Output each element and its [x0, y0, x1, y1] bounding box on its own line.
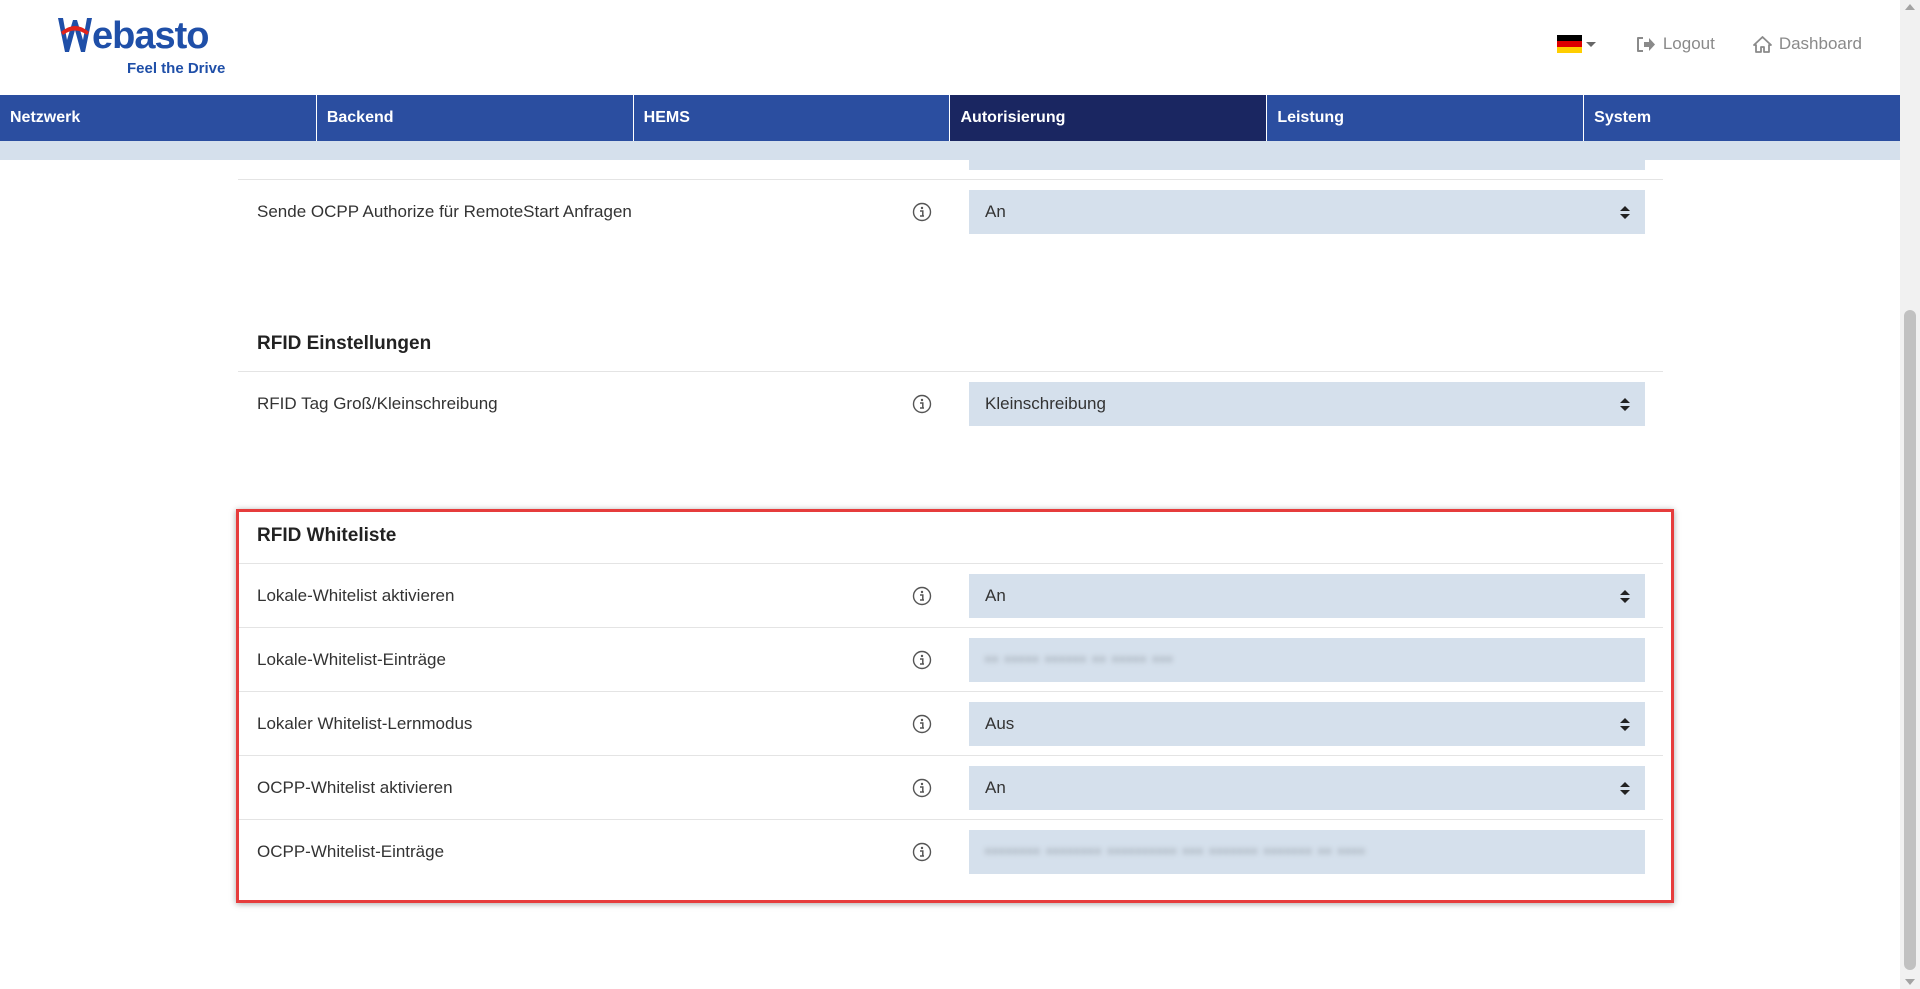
setting-row-local-whitelist-learn-mode: Lokaler Whitelist-Lernmodus Aus — [238, 691, 1663, 755]
ocpp-whitelist-entries-input[interactable]: •••••••• •••••••• •••••••••• ••• •••••••… — [969, 830, 1645, 874]
home-icon — [1752, 35, 1772, 53]
select-value: An — [985, 586, 1006, 605]
local-whitelist-enable-select[interactable]: An — [969, 574, 1645, 618]
select-value: Aus — [985, 714, 1015, 733]
header-actions: Logout Dashboard — [1556, 30, 1862, 58]
webasto-logo[interactable]: ebasto Feel the Drive — [56, 16, 232, 82]
info-icon[interactable] — [912, 714, 932, 734]
setting-row-remote-start-authorize: Sende OCPP Authorize für RemoteStart Anf… — [238, 179, 1663, 243]
section-title-rfid-settings: RFID Einstellungen — [257, 333, 432, 354]
info-icon[interactable] — [912, 778, 932, 798]
info-icon[interactable] — [912, 394, 932, 414]
info-icon[interactable] — [912, 202, 932, 222]
language-selector[interactable] — [1556, 35, 1596, 53]
page-scrollbar[interactable] — [1900, 0, 1920, 989]
select-arrows-icon — [1620, 590, 1630, 603]
logo-tagline: Feel the Drive — [127, 60, 226, 77]
sub-nav-bar — [0, 141, 1900, 160]
setting-row-rfid-case: RFID Tag Groß/Kleinschreibung Kleinschre… — [238, 371, 1663, 435]
logout-label: Logout — [1662, 34, 1715, 53]
rfid-case-select[interactable]: Kleinschreibung — [969, 382, 1645, 426]
dashboard-link[interactable]: Dashboard — [1752, 34, 1862, 54]
select-arrows-icon — [1620, 718, 1630, 731]
scroll-down-icon[interactable] — [1905, 979, 1915, 985]
select-arrows-icon — [1620, 782, 1630, 795]
german-flag-icon — [1556, 35, 1582, 53]
info-icon[interactable] — [912, 650, 932, 670]
setting-label: OCPP-Whitelist aktivieren — [257, 778, 453, 797]
input-value-blurred: •••••••• •••••••• •••••••••• ••• •••••••… — [985, 842, 1366, 861]
input-value-blurred: •• ••••• •••••• •• ••••• ••• — [985, 650, 1174, 669]
info-icon[interactable] — [912, 586, 932, 606]
select-value: An — [985, 778, 1006, 797]
logo-w-mark-icon — [58, 18, 92, 52]
local-whitelist-learn-mode-select[interactable]: Aus — [969, 702, 1645, 746]
logout-link[interactable]: Logout — [1636, 34, 1715, 54]
dashboard-label: Dashboard — [1778, 34, 1862, 53]
previous-field-partial[interactable] — [969, 160, 1645, 170]
select-value: Kleinschreibung — [985, 394, 1106, 413]
local-whitelist-entries-input[interactable]: •• ••••• •••••• •• ••••• ••• — [969, 638, 1645, 682]
scrollbar-thumb[interactable] — [1904, 310, 1916, 970]
select-value: An — [985, 202, 1006, 221]
logout-icon — [1636, 36, 1655, 52]
setting-label: Lokale-Whitelist-Einträge — [257, 650, 446, 669]
info-icon[interactable] — [912, 842, 932, 862]
tab-system[interactable]: System — [1584, 95, 1900, 141]
setting-row-local-whitelist-entries: Lokale-Whitelist-Einträge •• ••••• •••••… — [238, 627, 1663, 691]
setting-label: Sende OCPP Authorize für RemoteStart Anf… — [257, 202, 632, 221]
setting-row-ocpp-whitelist-entries: OCPP-Whitelist-Einträge •••••••• •••••••… — [238, 819, 1663, 883]
logo-text: ebasto — [92, 15, 209, 57]
setting-label: Lokale-Whitelist aktivieren — [257, 586, 455, 605]
setting-row-local-whitelist-enable: Lokale-Whitelist aktivieren An — [238, 563, 1663, 627]
setting-label: RFID Tag Groß/Kleinschreibung — [257, 394, 498, 413]
page: ebasto Feel the Drive Logout Dashboard N… — [0, 0, 1920, 989]
chevron-down-icon — [1585, 41, 1596, 47]
tab-netzwerk[interactable]: Netzwerk — [0, 95, 317, 141]
select-arrows-icon — [1620, 206, 1630, 219]
logo-wordmark: ebasto — [56, 15, 209, 57]
remote-start-authorize-select[interactable]: An — [969, 190, 1645, 234]
select-arrows-icon — [1620, 398, 1630, 411]
setting-row-ocpp-whitelist-enable: OCPP-Whitelist aktivieren An — [238, 755, 1663, 819]
ocpp-whitelist-enable-select[interactable]: An — [969, 766, 1645, 810]
tab-leistung[interactable]: Leistung — [1267, 95, 1585, 141]
section-title-rfid-whitelist: RFID Whiteliste — [257, 525, 397, 546]
tab-hems[interactable]: HEMS — [634, 95, 951, 141]
scroll-up-icon[interactable] — [1905, 4, 1915, 10]
setting-label: OCPP-Whitelist-Einträge — [257, 842, 445, 861]
setting-label: Lokaler Whitelist-Lernmodus — [257, 714, 473, 733]
main-nav: Netzwerk Backend HEMS Autorisierung Leis… — [0, 95, 1900, 141]
tab-backend[interactable]: Backend — [317, 95, 634, 141]
header: ebasto Feel the Drive Logout Dashboard — [0, 0, 1900, 95]
tab-autorisierung[interactable]: Autorisierung — [950, 95, 1268, 141]
